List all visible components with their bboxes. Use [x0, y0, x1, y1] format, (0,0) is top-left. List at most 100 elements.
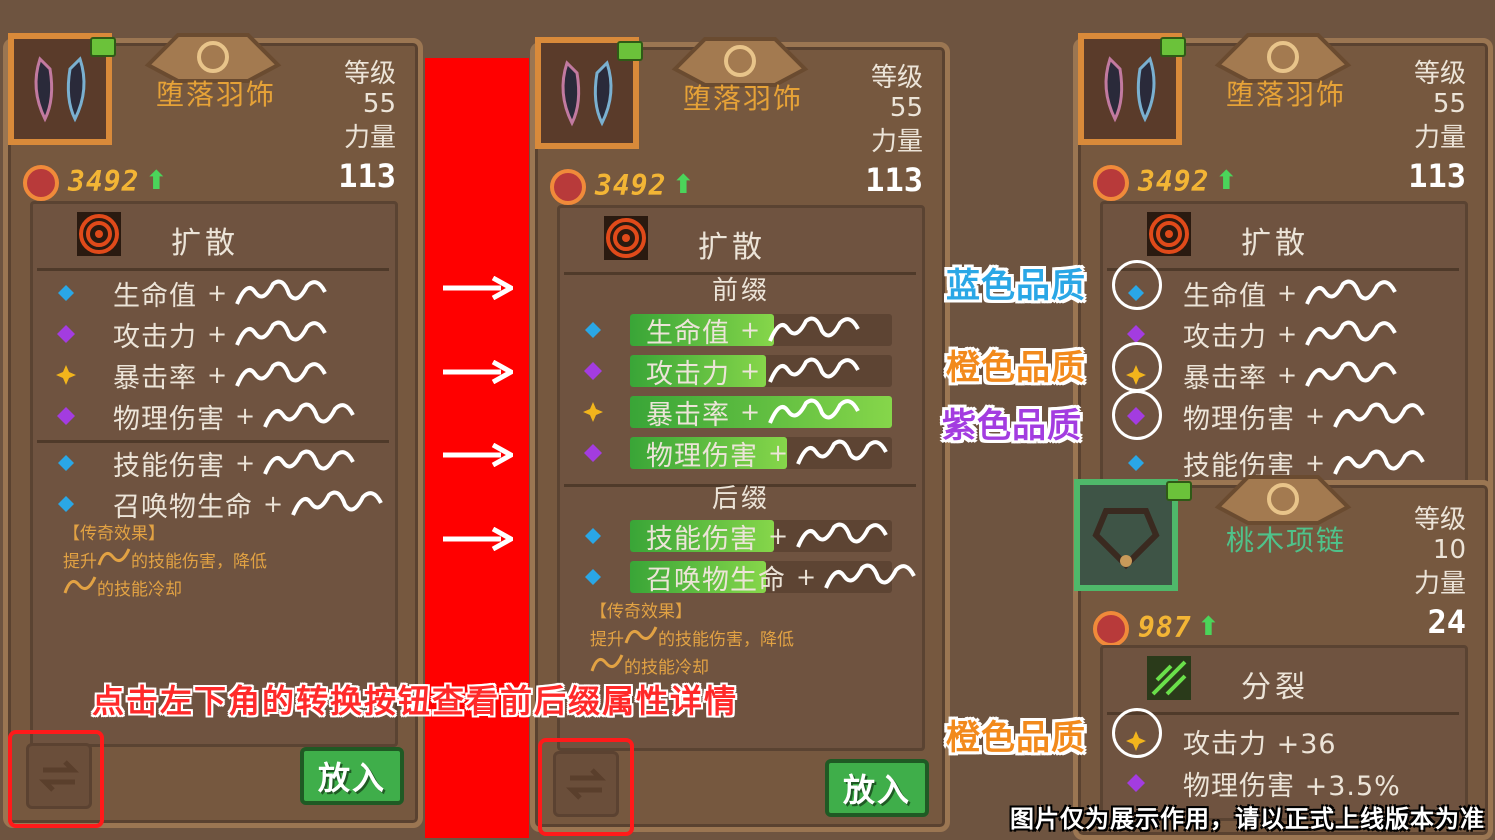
hidden-value-scribble: [263, 402, 355, 428]
feather-necklace-icon: [561, 60, 613, 127]
stat-row: 生命值 +: [1123, 276, 1399, 312]
highlight-circle: [1112, 708, 1162, 758]
stat-plus: +: [263, 490, 284, 518]
power-value: 987: [1138, 610, 1192, 644]
stats-panel: 扩散 生命值 + 攻击力 + 暴击率 + 物理伤害 + 技能伤害 + 召唤物生命…: [30, 201, 398, 747]
put-in-button[interactable]: 放入: [300, 747, 404, 805]
crest-ornament: [1208, 467, 1358, 527]
divider: [1107, 712, 1459, 715]
strength-label: 力量: [1413, 569, 1466, 599]
power-flame-icon: [550, 169, 586, 205]
power-display: 987 ⬆: [1090, 607, 1219, 647]
item-icon-frame[interactable]: [1074, 479, 1178, 591]
quality-label-blue: 蓝色品质: [946, 266, 1086, 306]
up-arrow-icon: ⬆: [672, 170, 695, 200]
blue-gem-icon: [53, 491, 79, 517]
skill-name: 扩散: [1241, 226, 1309, 261]
blue-gem-icon: [580, 523, 606, 549]
stat-label: 生命值: [113, 280, 197, 312]
hidden-value-scribble: [235, 361, 327, 387]
stat-plus: +: [768, 439, 789, 467]
power-display: 3492 ⬆: [1090, 161, 1237, 201]
blue-gem-icon: [53, 450, 79, 476]
stat-row: 攻击力 +: [1123, 317, 1399, 353]
hidden-value-scribble: [796, 522, 888, 548]
feather-necklace-icon: [1104, 56, 1156, 123]
item-name: 堕落羽饰: [156, 78, 277, 111]
hidden-value-scribble: [624, 626, 658, 644]
arrow-right-icon: [443, 360, 513, 384]
stat-row: 暴击率 +: [1123, 358, 1399, 394]
hidden-value-scribble: [590, 654, 624, 672]
blue-gem-icon: [53, 280, 79, 306]
stat-row: 物理伤害 +: [1123, 399, 1427, 435]
stat-label: 攻击力 +36: [1183, 728, 1337, 760]
stat-label: 生命值: [1183, 280, 1267, 312]
level-label: 等级: [1413, 59, 1466, 89]
legend-text: 的技能伤害，降低: [131, 552, 267, 572]
level-label: 等级: [343, 59, 396, 89]
stat-plus: +: [207, 320, 228, 348]
stat-label: 技能伤害: [646, 523, 758, 555]
strength-label: 力量: [1413, 123, 1466, 153]
hidden-value-scribble: [796, 439, 888, 465]
stat-label: 物理伤害 +3.5%: [1183, 770, 1401, 802]
stat-plus: +: [1277, 361, 1298, 389]
purple-gem-icon: [1123, 770, 1149, 796]
skill-name: 分裂: [1241, 670, 1309, 705]
stat-label: 物理伤害: [113, 403, 225, 435]
put-in-button[interactable]: 放入: [825, 759, 929, 817]
orange-gem-icon: [53, 362, 79, 388]
strength-label: 力量: [343, 123, 396, 153]
hidden-value-scribble: [1305, 320, 1397, 346]
stat-plus: +: [768, 522, 789, 550]
power-value: 3492: [68, 164, 140, 198]
highlight-circle: [1112, 260, 1162, 310]
power-display: 3492 ⬆: [547, 165, 694, 205]
level-value: 10: [1432, 535, 1466, 565]
legend-text: 的技能伤害，降低: [658, 630, 794, 650]
stat-plus: +: [207, 361, 228, 389]
stat-label: 技能伤害: [113, 450, 225, 482]
legend-title: 【传奇效果】: [63, 524, 165, 544]
stats-panel: 扩散 前缀 生命值 + 攻击力 + 暴击率 + 物理伤害 + 后缀 技能伤害 + 召唤物生命 + 【…: [557, 205, 925, 751]
hidden-value-scribble: [824, 563, 916, 589]
skill-name: 扩散: [171, 226, 239, 261]
stat-plus: +: [235, 402, 256, 430]
up-arrow-icon: ⬆: [1197, 612, 1220, 642]
blue-gem-icon: [580, 317, 606, 343]
item-name: 堕落羽饰: [1226, 78, 1347, 111]
arrow-right-icon: [443, 443, 513, 467]
highlight-box: [538, 738, 634, 836]
legend-line: 提升 的技能伤害，降低: [590, 625, 794, 653]
stat-row: 物理伤害 +: [53, 399, 357, 435]
stat-plus: +: [740, 398, 761, 426]
stat-plus: +: [740, 316, 761, 344]
peach-wood-necklace-icon: [1092, 508, 1160, 570]
level-label: 等级: [870, 63, 923, 93]
stat-row: 召唤物生命 +: [580, 560, 918, 596]
legend-text: 的技能冷却: [97, 580, 182, 600]
strength-value: 113: [1408, 157, 1466, 195]
hidden-value-scribble: [97, 548, 131, 566]
arrow-right-icon: [443, 276, 513, 300]
highlight-box: [8, 730, 104, 828]
up-arrow-icon: ⬆: [1215, 166, 1238, 196]
legend-effect: 【传奇效果】 提升 的技能伤害，降低 的技能冷却: [63, 522, 267, 603]
power-flame-icon: [23, 165, 59, 201]
diffuse-skill-icon: [604, 216, 648, 260]
stat-label: 暴击率: [646, 399, 730, 431]
divider: [37, 268, 389, 271]
stat-row: 生命值 +: [53, 276, 329, 312]
feather-necklace-icon: [34, 56, 86, 123]
stat-row: 攻击力 +: [53, 317, 329, 353]
stat-label: 攻击力: [113, 321, 197, 353]
arrow-right-icon: [443, 527, 513, 551]
stat-label: 召唤物生命: [113, 491, 253, 523]
hidden-value-scribble: [1333, 402, 1425, 428]
up-arrow-icon: ⬆: [145, 166, 168, 196]
strength-value: 113: [865, 161, 923, 199]
strength-label: 力量: [870, 127, 923, 157]
lock-icon: [1160, 37, 1186, 57]
level-value: 55: [1432, 89, 1466, 119]
